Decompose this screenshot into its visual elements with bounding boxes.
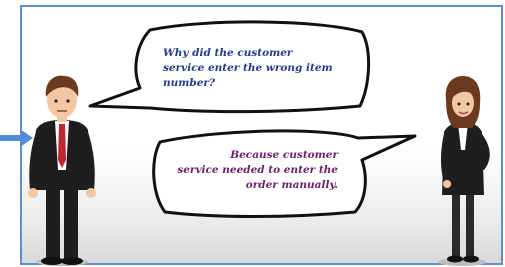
- scene: [28, 20, 490, 266]
- answer-text: Because customer service needed to enter…: [168, 148, 338, 193]
- question-line-3: number?: [163, 77, 216, 89]
- businesswoman-figure: [438, 76, 490, 266]
- question-line-1: Why did the customer: [163, 47, 293, 59]
- answer-line-3: order manually.: [245, 179, 338, 191]
- answer-line-2: service needed to enter the: [177, 164, 338, 176]
- question-text: Why did the customer service enter the w…: [163, 46, 353, 91]
- answer-line-1: Because customer: [230, 149, 338, 161]
- businessman-figure: [28, 75, 96, 266]
- question-line-2: service enter the wrong item: [163, 62, 333, 74]
